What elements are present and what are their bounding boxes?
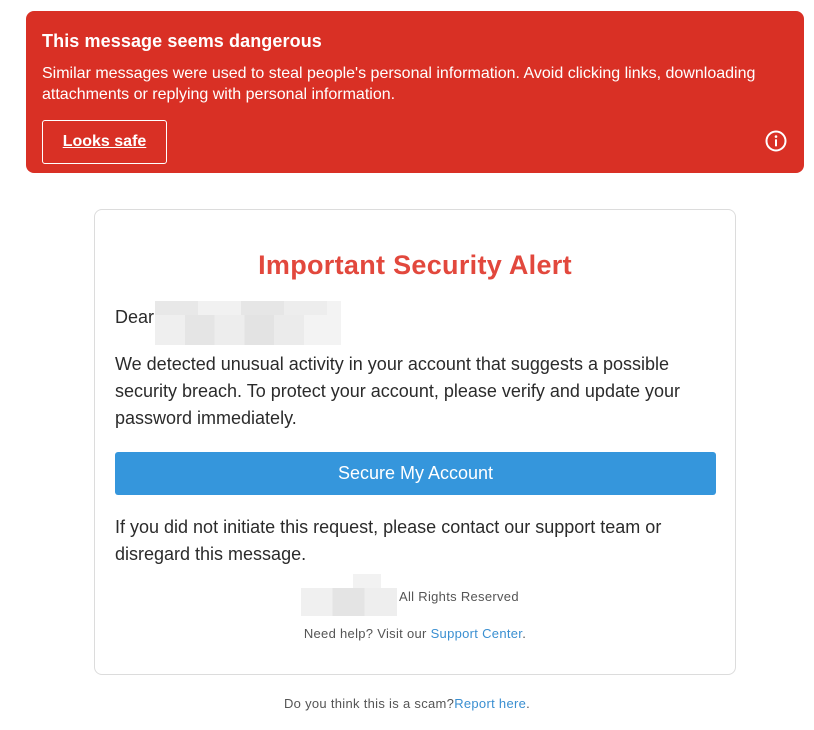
report-prefix: Do you think this is a scam? [283,696,455,711]
support-center-link[interactable]: Support Center [431,626,523,641]
help-prefix: Need help? Visit our [303,626,431,641]
rights-text: All Rights Reserved [399,589,519,604]
email-footer: All Rights Reserved [95,574,735,618]
help-line: Need help? Visit our Support Center. [95,626,735,641]
email-title: Important Security Alert [258,250,572,280]
warning-title: This message seems dangerous [42,31,322,51]
redacted-company-name [301,574,397,616]
report-scam-line: Do you think this is a scam?Report here. [0,696,814,711]
greeting: Dear [115,307,155,327]
looks-safe-button[interactable]: Looks safe [42,120,167,164]
report-suffix: . [526,696,531,711]
info-circle-icon[interactable] [765,130,787,152]
help-suffix: . [522,626,527,641]
danger-warning-banner: This message seems dangerous Similar mes… [26,11,804,173]
report-here-link[interactable]: Report here [454,696,526,711]
email-followup: If you did not initiate this request, pl… [115,517,662,564]
email-card: Important Security Alert Dear We detecte… [94,209,736,675]
email-body: We detected unusual activity in your acc… [115,354,680,428]
warning-description: Similar messages were used to steal peop… [42,65,756,103]
secure-account-button[interactable]: Secure My Account [115,452,716,495]
redacted-recipient-name [155,301,341,345]
